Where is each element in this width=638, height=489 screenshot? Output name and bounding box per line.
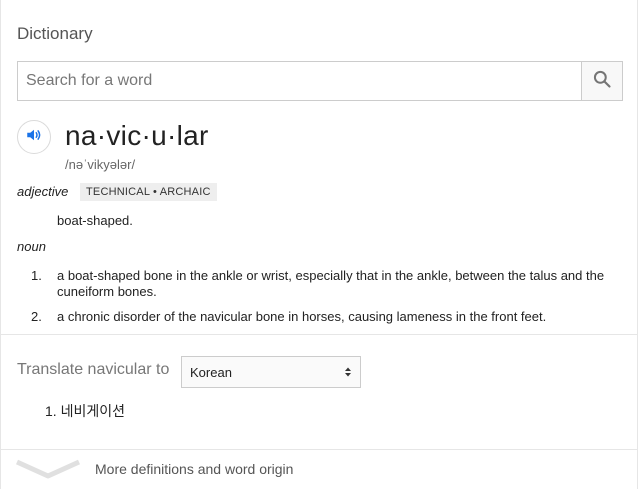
search-icon xyxy=(592,69,612,94)
definition-text: a boat-shaped bone in the ankle or wrist… xyxy=(57,268,605,299)
pronunciation-audio-button[interactable] xyxy=(17,120,51,154)
definition-number: 1. xyxy=(31,268,42,283)
language-select[interactable]: Korean xyxy=(181,356,361,388)
part-of-speech-noun: noun xyxy=(17,239,46,254)
selected-language: Korean xyxy=(190,364,232,380)
list-item: 2. a chronic disorder of the navicular b… xyxy=(31,309,611,325)
definition-adjective: boat-shaped. xyxy=(57,213,133,228)
section-divider xyxy=(1,334,637,335)
definition-text: a chronic disorder of the navicular bone… xyxy=(57,309,547,324)
translate-label: Translate navicular to xyxy=(17,361,170,378)
speaker-icon xyxy=(25,126,43,149)
search-input[interactable] xyxy=(18,62,581,100)
select-arrows-icon xyxy=(344,366,352,378)
list-item: 1. a boat-shaped bone in the ankle or wr… xyxy=(31,268,611,300)
dictionary-card: Dictionary na·vic·u·lar /nəˈvikyələr/ ad… xyxy=(0,0,638,489)
translation-result: 1. 네비게이션 xyxy=(45,401,125,421)
headword: na·vic·u·lar xyxy=(65,120,209,151)
usage-label-badge: TECHNICAL • ARCHAIC xyxy=(80,183,217,201)
chevron-down-icon xyxy=(15,458,81,485)
definition-number: 2. xyxy=(31,309,42,324)
translation-text: 네비게이션 xyxy=(60,403,125,419)
pronunciation: /nəˈvikyələr/ xyxy=(65,157,136,172)
translation-number: 1. xyxy=(45,403,57,419)
search-button[interactable] xyxy=(581,62,622,100)
card-title: Dictionary xyxy=(17,24,93,43)
more-definitions-link[interactable]: More definitions and word origin xyxy=(1,450,637,488)
noun-definition-list: 1. a boat-shaped bone in the ankle or wr… xyxy=(31,268,611,334)
part-of-speech-adjective: adjective xyxy=(17,184,69,199)
more-definitions-label: More definitions and word origin xyxy=(95,461,294,477)
search-box xyxy=(17,61,623,101)
